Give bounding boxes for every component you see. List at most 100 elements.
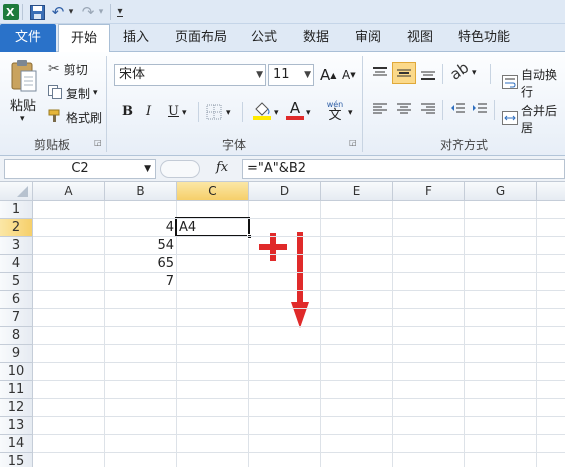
tab-home[interactable]: 开始	[58, 24, 110, 53]
alignment-group-label: 对齐方式	[439, 138, 488, 152]
row-header-4[interactable]: 4	[0, 255, 33, 273]
underline-dropdown-icon[interactable]: ▾	[182, 108, 187, 118]
grid-line	[33, 236, 565, 237]
grow-font-button[interactable]: A ▲	[320, 66, 336, 84]
row-header-3[interactable]: 3	[0, 237, 33, 255]
insert-function-icon[interactable]: fx	[216, 160, 228, 175]
row-header-5[interactable]: 5	[0, 273, 33, 291]
select-all-corner[interactable]	[0, 182, 33, 201]
orientation-icon[interactable]: ab	[447, 58, 473, 83]
active-cell-c2[interactable]: A4	[175, 217, 252, 239]
tab-formulas[interactable]: 公式	[244, 24, 284, 52]
font-divider	[198, 102, 199, 122]
formula-bar-splitter[interactable]	[160, 160, 200, 178]
align-left-icon[interactable]	[372, 102, 388, 119]
wrap-text-button[interactable]: 自动换行	[502, 66, 565, 100]
tab-review[interactable]: 审阅	[348, 24, 388, 52]
row-header-11[interactable]: 11	[0, 381, 33, 399]
borders-icon[interactable]	[206, 104, 222, 123]
column-header-c[interactable]: C	[177, 182, 249, 201]
row-header-14[interactable]: 14	[0, 435, 33, 453]
grid-line	[33, 380, 565, 381]
column-header-d[interactable]: D	[249, 182, 321, 201]
copy-button[interactable]: 复制 ▾	[48, 84, 98, 102]
name-box[interactable]: C2 ▼	[4, 159, 156, 179]
column-header-b[interactable]: B	[105, 182, 177, 201]
redo-dropdown-icon[interactable]: ▾	[96, 3, 106, 21]
column-header-g[interactable]: G	[465, 182, 537, 201]
borders-dropdown-icon[interactable]: ▾	[226, 108, 231, 118]
orientation-dropdown-icon[interactable]: ▾	[472, 68, 477, 78]
align-center-icon[interactable]	[396, 102, 412, 119]
column-header-f[interactable]: F	[393, 182, 465, 201]
shrink-font-button[interactable]: A ▼	[342, 68, 356, 82]
tab-data[interactable]: 数据	[296, 24, 336, 52]
paste-button[interactable]: 粘贴	[10, 96, 40, 114]
cell-b2[interactable]: 4	[105, 219, 176, 237]
grid-line	[464, 201, 465, 467]
font-launcher-icon[interactable]: ◲	[349, 138, 357, 147]
phonetic-guide-icon[interactable]: wén 文	[322, 100, 348, 122]
row-header-9[interactable]: 9	[0, 345, 33, 363]
worksheet-grid: A B C D E F G 4 54 65 7 A4 1 2 3 4 5 6 7 8 9 10 11…	[0, 182, 565, 467]
fill-color-icon[interactable]	[252, 100, 272, 123]
copy-dropdown-icon[interactable]: ▾	[93, 88, 98, 98]
cell-b4[interactable]: 65	[105, 255, 176, 273]
font-name-value: 宋体	[119, 67, 146, 82]
cut-label: 剪切	[63, 62, 88, 77]
grid-line	[33, 398, 565, 399]
font-color-dropdown-icon[interactable]: ▾	[306, 108, 311, 118]
align-bottom-icon[interactable]	[420, 66, 436, 85]
row-header-7[interactable]: 7	[0, 309, 33, 327]
align-right-icon[interactable]	[420, 102, 436, 119]
brush-icon	[48, 109, 62, 126]
column-header-h[interactable]	[537, 182, 565, 201]
row-header-15[interactable]: 15	[0, 453, 33, 467]
row-header-1[interactable]: 1	[0, 201, 33, 219]
merge-center-button[interactable]: 合并后居	[502, 102, 565, 136]
align-divider	[490, 64, 491, 84]
tab-page-layout[interactable]: 页面布局	[170, 24, 232, 52]
row-header-2[interactable]: 2	[0, 219, 33, 237]
merge-center-label: 合并后居	[521, 104, 558, 135]
row-header-6[interactable]: 6	[0, 291, 33, 309]
undo-dropdown-icon[interactable]: ▾	[66, 3, 76, 21]
cell-b3[interactable]: 54	[105, 237, 176, 255]
column-header-a[interactable]: A	[33, 182, 105, 201]
bold-button[interactable]: B	[122, 104, 133, 119]
tab-insert[interactable]: 插入	[115, 24, 157, 52]
undo-icon[interactable]: ↶	[50, 3, 66, 21]
clipboard-launcher-icon[interactable]: ◲	[94, 138, 102, 147]
font-size-select[interactable]: 11 ▼	[268, 64, 314, 86]
tab-special-features[interactable]: 特色功能	[452, 24, 516, 52]
cut-button[interactable]: ✂ 剪切	[48, 60, 88, 78]
fill-color-dropdown-icon[interactable]: ▾	[274, 108, 279, 118]
grid-line	[176, 201, 177, 467]
font-color-icon[interactable]: A	[286, 100, 304, 120]
save-icon[interactable]	[28, 3, 46, 21]
row-header-13[interactable]: 13	[0, 417, 33, 435]
align-top-icon[interactable]	[372, 66, 388, 83]
cell-b5[interactable]: 7	[105, 273, 176, 291]
format-painter-button[interactable]: 格式刷	[48, 108, 102, 126]
tab-view[interactable]: 视图	[400, 24, 440, 52]
paste-dropdown-icon[interactable]: ▾	[20, 114, 25, 124]
redo-icon[interactable]: ↷	[80, 3, 96, 21]
align-middle-button[interactable]	[392, 62, 416, 84]
paste-icon[interactable]	[8, 58, 40, 94]
column-header-e[interactable]: E	[321, 182, 393, 201]
phonetic-guide-dropdown-icon[interactable]: ▾	[348, 108, 353, 118]
copy-icon	[48, 84, 62, 102]
formula-input[interactable]: ="A"&B2	[242, 159, 565, 179]
font-name-select[interactable]: 宋体 ▼	[114, 64, 266, 86]
row-header-8[interactable]: 8	[0, 327, 33, 345]
grid-line	[33, 272, 565, 273]
italic-button[interactable]: I	[146, 104, 151, 119]
decrease-indent-icon[interactable]	[450, 102, 466, 119]
row-header-10[interactable]: 10	[0, 363, 33, 381]
tab-file[interactable]: 文件	[0, 24, 56, 52]
underline-button[interactable]: U	[168, 104, 179, 119]
increase-indent-icon[interactable]	[472, 102, 488, 119]
customize-qat-icon[interactable]: ▾	[114, 3, 126, 21]
row-header-12[interactable]: 12	[0, 399, 33, 417]
